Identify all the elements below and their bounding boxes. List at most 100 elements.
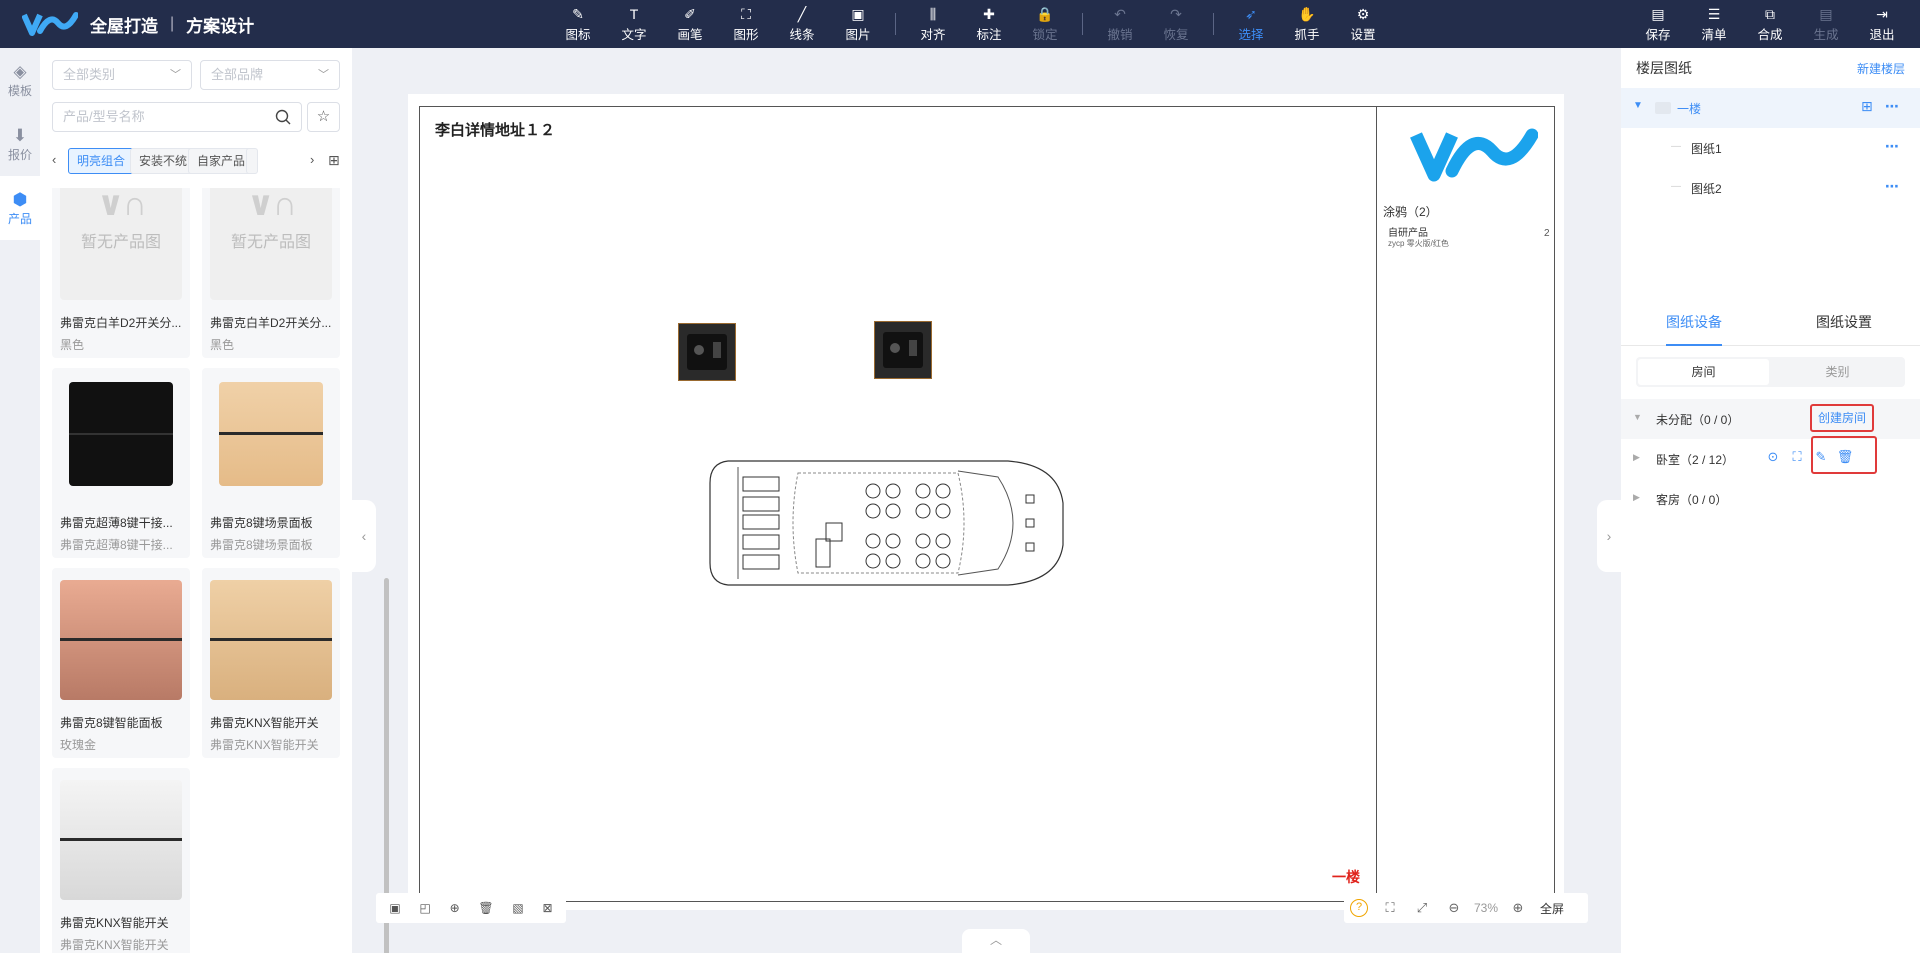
sheet-tree-item[interactable]: — 图纸1 ⋯ — [1621, 128, 1920, 168]
chevron-right-icon: › — [1606, 528, 1612, 544]
product-image — [219, 382, 323, 486]
caret-right-icon[interactable]: ▶ — [1633, 452, 1640, 463]
toolbar-divider — [1213, 13, 1214, 35]
chip-tag[interactable]: 自家产品 — [188, 148, 255, 174]
chip-tag[interactable]: 安装不统 — [130, 148, 197, 174]
product-card[interactable]: 弗雷克8键智能面板 玫瑰金 — [52, 568, 190, 758]
chip-tag[interactable]: 明亮组合 — [68, 148, 135, 174]
tool-align-button[interactable]: ⫼ 对齐 — [905, 0, 961, 48]
compose-icon: ⧉ — [1765, 6, 1775, 22]
exit-button[interactable]: ⇥ 退出 — [1854, 0, 1910, 48]
category-select[interactable]: 全部类别 ﹀ — [52, 60, 192, 90]
send-back-icon[interactable]: ◰ — [419, 901, 430, 915]
product-card[interactable]: 弗雷克超薄8键干接... 弗雷克超薄8键干接... — [52, 368, 190, 558]
socket-device[interactable] — [874, 321, 932, 379]
tool-text-button[interactable]: T 文字 — [606, 0, 662, 48]
drawing-sheet[interactable]: 李白详情地址１２ 涂鸦（2） 自研产品 zycp 零火版/红色 2 一楼 — [408, 94, 1564, 910]
tool-icon-button[interactable]: ✎ 图标 — [550, 0, 606, 48]
document-icon: ▤ — [1819, 6, 1833, 22]
segment-category[interactable]: 类别 — [1772, 359, 1903, 385]
search-icon[interactable] — [275, 109, 291, 125]
tool-settings-button[interactable]: ⚙ 设置 — [1335, 0, 1391, 48]
tool-brush-button[interactable]: ✐ 画笔 — [662, 0, 718, 48]
locate-icon[interactable]: ⊙ — [1761, 449, 1785, 465]
caret-down-icon[interactable]: ▼ — [1633, 412, 1642, 422]
sheet-name: 图纸1 — [1691, 142, 1722, 156]
highlight-box — [1811, 436, 1877, 474]
left-rail: ◈ 模板 ⬇ 报价 ⬢ 产品 — [0, 48, 40, 953]
tool-annotate-button[interactable]: ✚ 标注 — [961, 0, 1017, 48]
toolbar-divider — [1082, 13, 1083, 35]
rail-item-product[interactable]: ⬢ 产品 — [0, 176, 40, 240]
ungroup-icon[interactable]: ⊠ — [543, 901, 553, 915]
toolbar-divider — [895, 13, 896, 35]
legend-item-sub: zycp 零火版/红色 — [1388, 239, 1449, 248]
tool-redo-button[interactable]: ↷ 恢复 — [1148, 0, 1204, 48]
create-room-button[interactable]: 创建房间 — [1810, 404, 1874, 432]
more-icon[interactable]: ⋯ — [1885, 138, 1900, 155]
product-card[interactable]: 弗雷克KNX智能开关 弗雷克KNX智能开关 — [202, 568, 340, 758]
chip-tag-partial[interactable] — [246, 148, 258, 174]
expand-icon[interactable]: ⤢ — [1406, 900, 1438, 916]
zoom-in-icon[interactable]: ⊕ — [1502, 900, 1534, 916]
tool-line-button[interactable]: ╱ 线条 — [774, 0, 830, 48]
rail-item-template[interactable]: ◈ 模板 — [0, 48, 40, 112]
product-card[interactable]: 弗雷克8键场景面板 弗雷克8键场景面板 — [202, 368, 340, 558]
brand-select[interactable]: 全部品牌 ﹀ — [200, 60, 340, 90]
caret-down-icon[interactable]: ▼ — [1633, 100, 1643, 111]
chevron-right-icon[interactable]: › — [310, 152, 314, 167]
text-tool-icon: T — [629, 6, 639, 22]
chevron-up-icon: ︿ — [989, 933, 1002, 947]
add-sheet-icon[interactable]: ⊞ — [1861, 98, 1873, 115]
search-input[interactable]: 产品/型号名称 — [52, 102, 302, 132]
collapse-bottom-button[interactable]: ︿ — [962, 929, 1030, 953]
rail-item-quote[interactable]: ⬇ 报价 — [0, 112, 40, 176]
delete-icon[interactable]: 🗑 — [478, 901, 493, 915]
group-icon[interactable]: ▧ — [512, 901, 523, 915]
tool-hand-button[interactable]: ✋ 抓手 — [1279, 0, 1335, 48]
caret-right-icon[interactable]: ▶ — [1633, 492, 1640, 503]
floor-name: 一楼 — [1677, 102, 1702, 116]
fullscreen-button[interactable]: 全屏 — [1540, 900, 1564, 917]
room-row[interactable]: ▼ 未分配（0 / 0） 创建房间 — [1621, 399, 1920, 439]
product-card[interactable]: ∨∩ 暂无产品图 弗雷克白羊D2开关分... 黑色 — [52, 188, 190, 358]
bring-front-icon[interactable]: ▣ — [389, 901, 400, 915]
tool-shape-button[interactable]: ⛶ 图形 — [718, 0, 774, 48]
room-row[interactable]: ▶ 客房（0 / 0） — [1621, 479, 1920, 519]
tool-lock-button[interactable]: 🔒 锁定 — [1017, 0, 1073, 48]
select-area-icon[interactable]: ⛶ — [1785, 449, 1809, 465]
no-image-placeholder: ∨∩ 暂无产品图 — [210, 188, 332, 300]
help-icon[interactable]: ? — [1350, 899, 1368, 917]
more-icon[interactable]: ⋯ — [1885, 178, 1900, 195]
sheet-tree-item[interactable]: — 图纸2 ⋯ — [1621, 168, 1920, 208]
socket-device[interactable] — [678, 323, 736, 381]
list-button[interactable]: ☰ 清单 — [1686, 0, 1742, 48]
zoom-out-icon[interactable]: ⊖ — [1438, 900, 1470, 916]
copy-icon[interactable]: ⊕ — [450, 901, 460, 915]
tool-undo-button[interactable]: ↶ 撤销 — [1092, 0, 1148, 48]
tool-image-button[interactable]: ▣ 图片 — [830, 0, 886, 48]
compose-button[interactable]: ⧉ 合成 — [1742, 0, 1798, 48]
group-by-toggle: 房间 类别 — [1636, 357, 1905, 387]
action-group: ▤ 保存 ☰ 清单 ⧉ 合成 ▤ 生成 ⇥ 退出 — [1630, 0, 1910, 48]
tool-select-button[interactable]: ➶ 选择 — [1223, 0, 1279, 48]
folder-icon — [1655, 102, 1671, 114]
more-icon[interactable]: ⋯ — [1885, 98, 1900, 115]
collapse-right-panel-button[interactable]: › — [1597, 500, 1621, 572]
grid-icon[interactable]: ⊞ — [328, 152, 340, 169]
chevron-left-icon[interactable]: ‹ — [52, 152, 56, 167]
collapse-left-panel-button[interactable]: ‹ — [352, 500, 376, 572]
save-button[interactable]: ▤ 保存 — [1630, 0, 1686, 48]
brand-logo-icon — [1410, 128, 1538, 182]
floor-tree-item[interactable]: ▼ 一楼 ⊞ ⋯ — [1621, 88, 1920, 128]
fit-screen-icon[interactable]: ⛶ — [1374, 900, 1406, 916]
product-card[interactable]: ∨∩ 暂无产品图 弗雷克白羊D2开关分... 黑色 — [202, 188, 340, 358]
segment-room[interactable]: 房间 — [1638, 359, 1769, 385]
tab-sheet-devices[interactable]: 图纸设备 — [1666, 302, 1722, 346]
favorite-button[interactable]: ☆ — [307, 102, 340, 132]
chevron-down-icon: ﹀ — [318, 69, 329, 81]
product-card[interactable]: 弗雷克KNX智能开关 弗雷克KNX智能开关 — [52, 768, 190, 953]
tab-sheet-settings[interactable]: 图纸设置 — [1816, 302, 1872, 346]
new-floor-button[interactable]: 新建楼层 — [1857, 60, 1905, 77]
generate-button[interactable]: ▤ 生成 — [1798, 0, 1854, 48]
